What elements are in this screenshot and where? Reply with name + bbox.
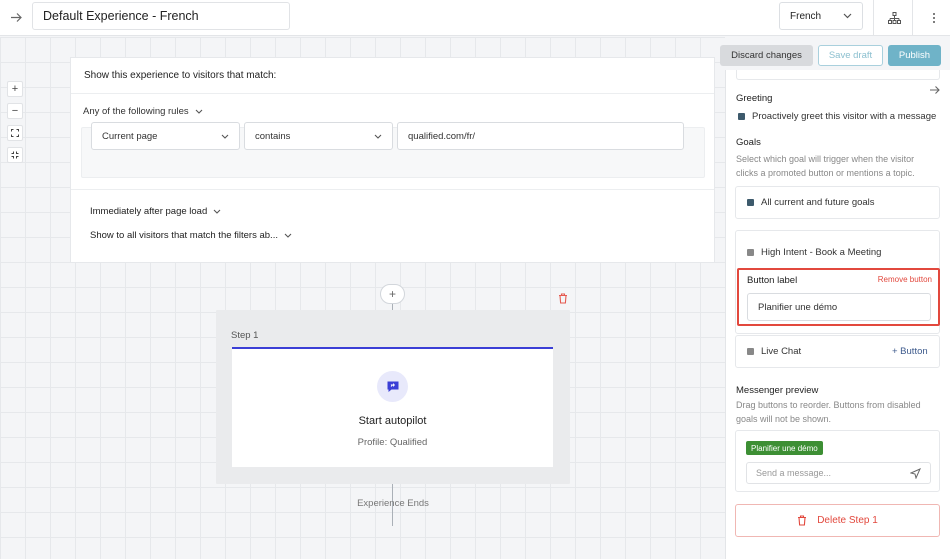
experience-title: Default Experience - French: [43, 9, 199, 23]
zoom-toolbar: + −: [7, 81, 23, 163]
rules-heading: Show this experience to visitors that ma…: [71, 58, 714, 94]
chevron-down-icon: [221, 134, 229, 139]
greeting-option[interactable]: Proactively greet this visitor with a me…: [738, 111, 936, 122]
hierarchy-icon[interactable]: [885, 9, 903, 27]
back-arrow-icon[interactable]: [7, 8, 25, 26]
messenger-preview: Planifier une démo Send a message...: [735, 430, 940, 492]
goal-live-chat-row: Live Chat: [747, 346, 801, 357]
greeting-option-label: Proactively greet this visitor with a me…: [752, 111, 937, 122]
targeting-rules-card: Show this experience to visitors that ma…: [70, 57, 715, 263]
chevron-down-icon: [213, 209, 221, 214]
send-icon[interactable]: [910, 467, 921, 479]
autopilot-icon: [377, 371, 408, 402]
timing-select[interactable]: Immediately after page load: [90, 206, 221, 217]
step-title: Start autopilot: [358, 415, 427, 427]
step-profile: Profile: Qualified: [357, 437, 428, 448]
audience-select[interactable]: Show to all visitors that match the filt…: [90, 230, 292, 241]
goal-all-label: All current and future goals: [761, 197, 875, 208]
experience-ends-label: Experience Ends: [357, 498, 429, 509]
audience-label: Show to all visitors that match the filt…: [90, 230, 278, 241]
button-label-input[interactable]: Planifier une démo: [747, 293, 931, 321]
fit-view-icon[interactable]: [7, 125, 23, 141]
experience-title-input[interactable]: Default Experience - French: [32, 2, 290, 30]
button-label-section: Button label Remove button Planifier une…: [737, 268, 940, 326]
greeting-heading: Greeting: [736, 93, 773, 104]
goals-help-line-2: clicks a promoted button or mentions a t…: [736, 168, 915, 178]
preview-heading: Messenger preview: [736, 385, 819, 396]
divider: [71, 189, 714, 190]
goal-high-intent-label: High Intent - Book a Meeting: [761, 247, 882, 258]
rule-logic-select[interactable]: Any of the following rules: [83, 106, 203, 117]
zoom-in-icon[interactable]: +: [7, 81, 23, 97]
language-value: French: [790, 10, 822, 22]
goal-all-row: All current and future goals: [747, 197, 875, 208]
trash-icon: [798, 515, 807, 526]
save-draft-button[interactable]: Save draft: [818, 45, 883, 66]
chevron-down-icon: [195, 109, 203, 114]
rule-operator-select[interactable]: contains: [244, 122, 393, 150]
add-button-link[interactable]: + Button: [892, 346, 928, 357]
checkbox-icon: [747, 249, 754, 256]
delete-step-label: Delete Step 1: [817, 515, 878, 526]
rule-field-value: Current page: [102, 130, 158, 142]
collapse-panel-arrow-icon[interactable]: [929, 85, 941, 98]
preview-help-line-2: goals will not be shown.: [736, 414, 832, 424]
add-step-button[interactable]: +: [380, 284, 405, 304]
zoom-out-icon[interactable]: −: [7, 103, 23, 119]
chevron-down-icon: [374, 134, 382, 139]
step-1-card[interactable]: Start autopilot Profile: Qualified: [232, 347, 553, 467]
collapsed-section: [736, 70, 940, 80]
top-bar: Default Experience - French French: [0, 0, 950, 36]
rule-operator-value: contains: [255, 130, 291, 142]
goals-heading: Goals: [736, 137, 761, 148]
discard-changes-button[interactable]: Discard changes: [720, 45, 813, 66]
checkbox-icon: [747, 348, 754, 355]
step-label: Step 1: [231, 330, 259, 341]
rule-value-input[interactable]: qualified.com/fr/: [397, 122, 684, 150]
rule-logic-label: Any of the following rules: [83, 106, 189, 117]
trash-icon[interactable]: [558, 293, 568, 307]
publish-button[interactable]: Publish: [888, 45, 941, 66]
language-select[interactable]: French: [779, 2, 863, 30]
timing-label: Immediately after page load: [90, 206, 208, 217]
divider: [873, 0, 874, 36]
step-1-container: Step 1 Start autopilot Profile: Qualifie…: [216, 310, 570, 484]
message-input[interactable]: Send a message...: [746, 462, 931, 484]
rule-field-select[interactable]: Current page: [91, 122, 240, 150]
more-vertical-icon[interactable]: [925, 9, 943, 27]
button-label-heading: Button label: [747, 275, 798, 286]
collapse-view-icon[interactable]: [7, 147, 23, 163]
button-label-value: Planifier une démo: [758, 301, 838, 313]
delete-step-button[interactable]: Delete Step 1: [735, 504, 940, 537]
checkbox-icon: [747, 199, 754, 206]
remove-button-link[interactable]: Remove button: [878, 275, 932, 284]
rule-value-text: qualified.com/fr/: [408, 130, 476, 142]
checkbox-icon: [738, 113, 745, 120]
goal-high-intent-row: High Intent - Book a Meeting: [747, 247, 881, 258]
chevron-down-icon: [284, 233, 292, 238]
chevron-down-icon: [843, 13, 852, 19]
preview-button-chip[interactable]: Planifier une démo: [746, 441, 823, 455]
goals-help-line-1: Select which goal will trigger when the …: [736, 154, 915, 164]
preview-help-line-1: Drag buttons to reorder. Buttons from di…: [736, 400, 921, 410]
goal-live-chat-label: Live Chat: [761, 346, 802, 357]
divider: [912, 0, 913, 36]
message-placeholder: Send a message...: [756, 468, 832, 478]
